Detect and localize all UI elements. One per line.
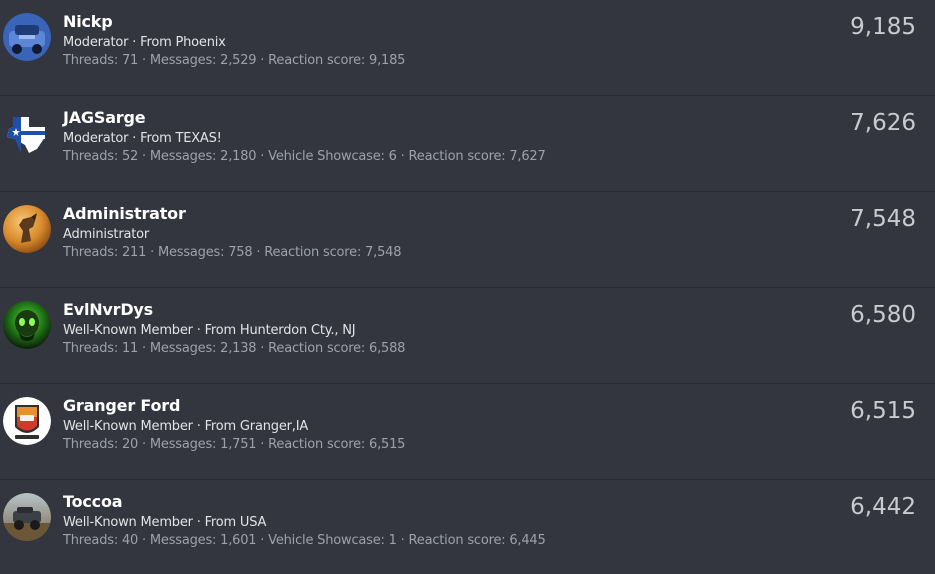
- member-score: 9,185: [850, 14, 916, 40]
- member-name[interactable]: JAGSarge: [63, 108, 146, 127]
- member-list: Nickp Moderator · From Phoenix Threads: …: [0, 0, 935, 574]
- member-stats: Threads: 40 · Messages: 1,601 · Vehicle …: [63, 533, 546, 548]
- member-score: 6,442: [850, 494, 916, 520]
- member-row: Toccoa Well-Known Member · From USA Thre…: [0, 480, 935, 574]
- member-name[interactable]: Toccoa: [63, 492, 123, 511]
- member-title: Moderator · From TEXAS!: [63, 131, 222, 146]
- member-title: Well-Known Member · From Hunterdon Cty.,…: [63, 323, 356, 338]
- member-name[interactable]: Nickp: [63, 12, 113, 31]
- member-stats: Threads: 20 · Messages: 1,751 · Reaction…: [63, 437, 406, 452]
- member-score: 7,548: [850, 206, 916, 232]
- green-skull-avatar-icon[interactable]: [3, 301, 51, 349]
- offroad-truck-avatar-icon[interactable]: [3, 493, 51, 541]
- member-stats: Threads: 211 · Messages: 758 · Reaction …: [63, 245, 402, 260]
- member-row: Granger Ford Well-Known Member · From Gr…: [0, 384, 935, 480]
- member-score: 7,626: [850, 110, 916, 136]
- blue-truck-avatar-icon[interactable]: [3, 13, 51, 61]
- texas-flag-avatar-icon[interactable]: [3, 109, 51, 157]
- member-name[interactable]: Administrator: [63, 204, 186, 223]
- member-row: EvlNvrDys Well-Known Member · From Hunte…: [0, 288, 935, 384]
- member-title: Administrator: [63, 227, 150, 242]
- member-row: Nickp Moderator · From Phoenix Threads: …: [0, 0, 935, 96]
- member-name[interactable]: EvlNvrDys: [63, 300, 153, 319]
- member-stats: Threads: 11 · Messages: 2,138 · Reaction…: [63, 341, 406, 356]
- bronco-horse-avatar-icon[interactable]: [3, 205, 51, 253]
- member-score: 6,580: [850, 302, 916, 328]
- member-stats: Threads: 71 · Messages: 2,529 · Reaction…: [63, 53, 406, 68]
- member-title: Moderator · From Phoenix: [63, 35, 226, 50]
- member-score: 6,515: [850, 398, 916, 424]
- ford-badge-avatar-icon[interactable]: [3, 397, 51, 445]
- member-row: JAGSarge Moderator · From TEXAS! Threads…: [0, 96, 935, 192]
- member-title: Well-Known Member · From Granger,IA: [63, 419, 309, 434]
- member-stats: Threads: 52 · Messages: 2,180 · Vehicle …: [63, 149, 546, 164]
- member-name[interactable]: Granger Ford: [63, 396, 180, 415]
- member-title: Well-Known Member · From USA: [63, 515, 267, 530]
- member-row: Administrator Administrator Threads: 211…: [0, 192, 935, 288]
